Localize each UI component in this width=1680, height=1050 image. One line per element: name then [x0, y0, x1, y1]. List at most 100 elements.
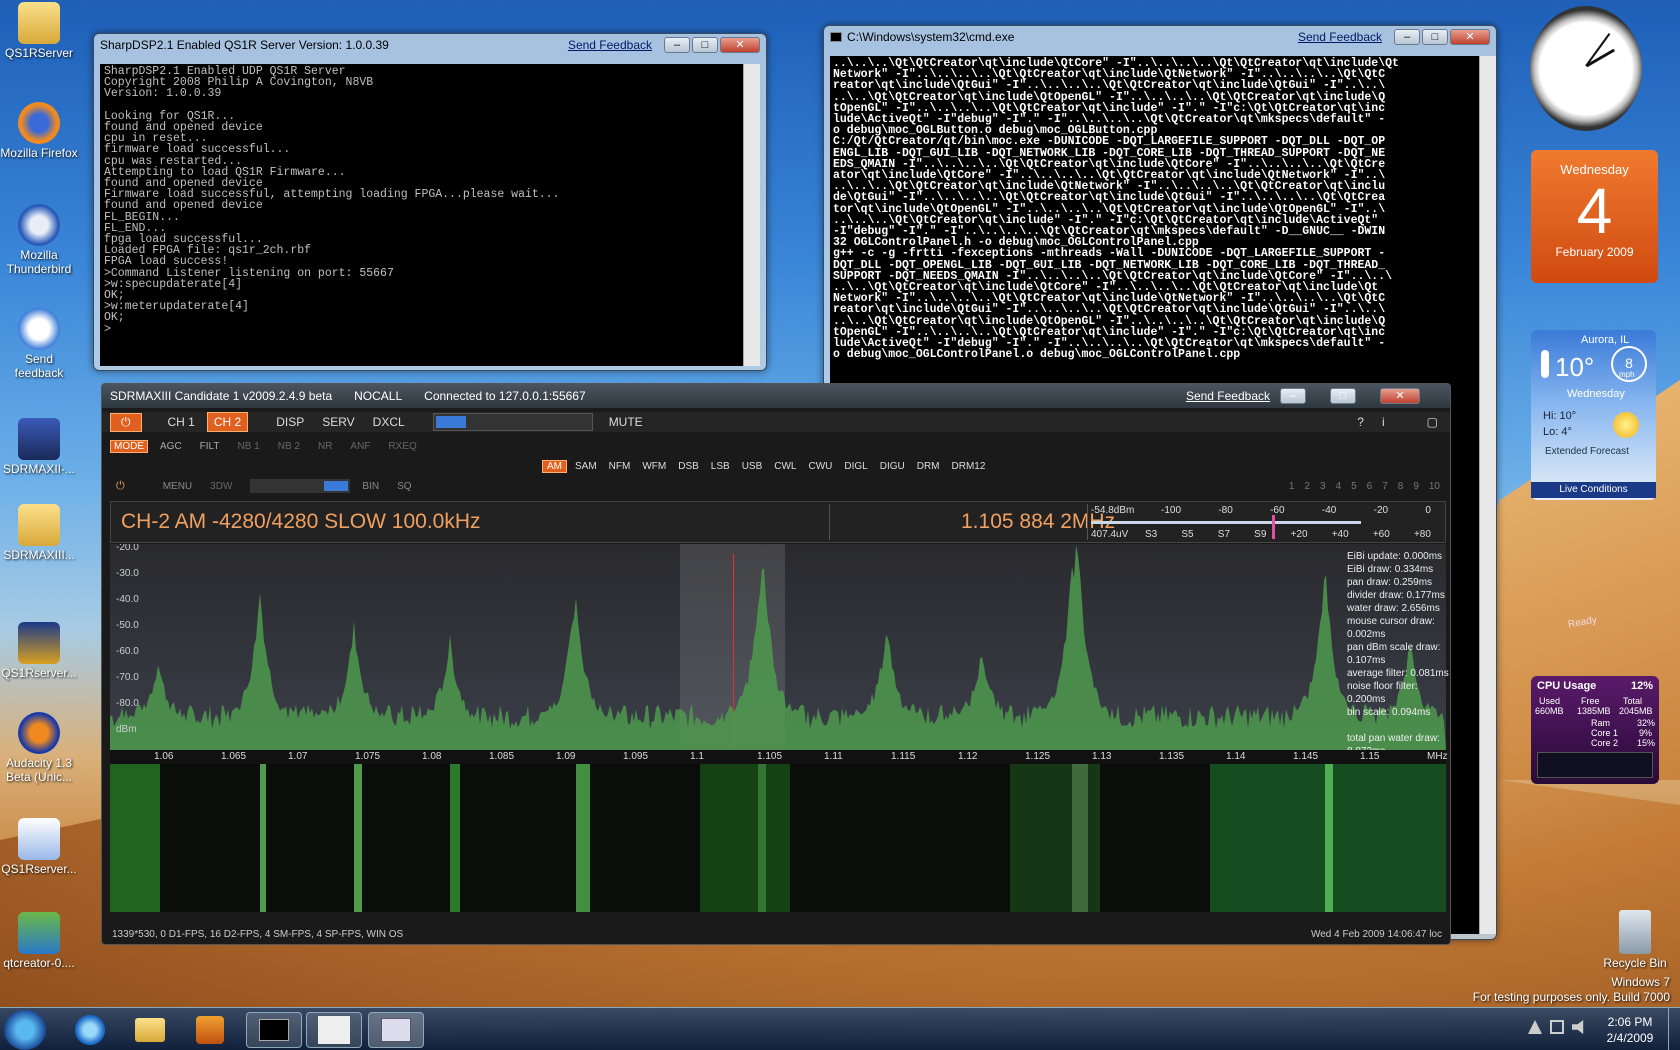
memory-4-button[interactable]: 4: [1336, 481, 1342, 492]
desktop-icon-qs1rserver[interactable]: QS1RServer: [0, 2, 78, 60]
mode-nfm-button[interactable]: NFM: [605, 461, 635, 472]
send-feedback-link[interactable]: Send Feedback: [1298, 30, 1382, 44]
help-button[interactable]: ?: [1351, 413, 1370, 431]
dxcl-button[interactable]: DXCL: [367, 413, 411, 431]
desktop-icon-firefox[interactable]: Mozilla Firefox: [0, 102, 78, 160]
action-center-icon[interactable]: [1528, 1020, 1542, 1034]
server-window[interactable]: SharpDSP2.1 Enabled QS1R Server Version:…: [93, 33, 767, 371]
memory-2-button[interactable]: 2: [1304, 481, 1310, 492]
power-icon[interactable]: ⏻: [110, 478, 131, 495]
minimize-button[interactable]: –: [1280, 388, 1306, 404]
agc-button[interactable]: AGC: [154, 439, 188, 454]
memory-5-button[interactable]: 5: [1351, 481, 1357, 492]
memory-6-button[interactable]: 6: [1367, 481, 1373, 492]
mode-drm12-button[interactable]: DRM12: [948, 461, 990, 472]
maximize-button[interactable]: □: [1330, 388, 1356, 404]
desktop-icon-audacity[interactable]: Audacity 1.3 Beta (Unic...: [0, 712, 78, 784]
network-icon[interactable]: [1550, 1020, 1564, 1034]
recycle-bin[interactable]: Recycle Bin: [1595, 910, 1675, 970]
mode-cwu-button[interactable]: CWU: [805, 461, 837, 472]
mode-digu-button[interactable]: DIGU: [876, 461, 909, 472]
sq-button[interactable]: SQ: [391, 479, 417, 494]
panadapter[interactable]: -20.0 -30.0 -40.0 -50.0 -60.0 -70.0 -80.0 dBm: [110, 544, 1446, 750]
sdrmax-titlebar[interactable]: SDRMAXIII Candidate 1 v2009.2.4.9 beta N…: [102, 384, 1450, 408]
desktop-icon-qs1rserver-exe[interactable]: QS1Rserver...: [0, 622, 78, 680]
rxeq-button[interactable]: RXEQ: [382, 439, 422, 454]
taskbar-quicksilver-button[interactable]: [306, 1012, 362, 1048]
mute-button[interactable]: MUTE: [603, 413, 649, 431]
desktop-icon-mp3[interactable]: QS1Rserver...: [0, 818, 78, 876]
memory-7-button[interactable]: 7: [1382, 481, 1388, 492]
sdrmax-window[interactable]: SDRMAXIII Candidate 1 v2009.2.4.9 beta N…: [101, 383, 1451, 945]
memory-10-button[interactable]: 10: [1429, 481, 1440, 492]
minimize-button[interactable]: –: [1394, 29, 1420, 45]
desktop-icon-send-feedback[interactable]: Send feedback: [0, 308, 78, 380]
nb2-button[interactable]: NB 2: [272, 439, 306, 454]
volume-slider-thumb[interactable]: [435, 416, 466, 428]
menu-button[interactable]: MENU: [157, 479, 198, 494]
3dw-button[interactable]: 3DW: [204, 479, 238, 494]
taskbar-mediaplayer-icon[interactable]: [182, 1012, 238, 1048]
minimize-button[interactable]: –: [664, 37, 690, 53]
bin-button[interactable]: BIN: [356, 479, 385, 494]
maximize-button[interactable]: □: [692, 37, 718, 53]
close-button[interactable]: ✕: [720, 37, 760, 53]
zoom-slider[interactable]: [250, 479, 351, 493]
desktop-icon-thunderbird[interactable]: Mozilla Thunderbird: [0, 204, 78, 276]
cpu-gadget[interactable]: CPU Usage 12% Used Free Total 660MB 1385…: [1531, 676, 1659, 784]
ch1-button[interactable]: CH 1: [162, 413, 201, 431]
system-clock[interactable]: 2:06 PM 2/4/2009: [1600, 1014, 1660, 1046]
waterfall[interactable]: [110, 764, 1446, 912]
restore-icon[interactable]: ▢: [1421, 413, 1444, 431]
memory-3-button[interactable]: 3: [1320, 481, 1326, 492]
anf-button[interactable]: ANF: [344, 439, 376, 454]
maximize-button[interactable]: □: [1422, 29, 1448, 45]
calendar-gadget[interactable]: Wednesday 4 February 2009: [1531, 150, 1658, 283]
memory-9-button[interactable]: 9: [1413, 481, 1419, 492]
nr-button[interactable]: NR: [312, 439, 338, 454]
mode-dsb-button[interactable]: DSB: [674, 461, 703, 472]
show-desktop-button[interactable]: [1668, 1008, 1680, 1050]
desktop-icon-sdrmaxii[interactable]: SDRMAXII-...: [0, 418, 78, 476]
mode-cwl-button[interactable]: CWL: [770, 461, 800, 472]
desktop-icon-sdrmaxiii[interactable]: SDRMAXIII...: [0, 504, 78, 562]
ch2-button[interactable]: CH 2: [206, 412, 249, 432]
live-conditions-tab[interactable]: Live Conditions: [1531, 482, 1656, 498]
serv-button[interactable]: SERV: [316, 413, 360, 431]
clock-gadget[interactable]: [1530, 6, 1642, 131]
taskbar-ie-icon[interactable]: [62, 1012, 118, 1048]
taskbar-sdrmax-button[interactable]: [368, 1012, 424, 1048]
mode-usb-button[interactable]: USB: [738, 461, 767, 472]
close-button[interactable]: ✕: [1450, 29, 1490, 45]
server-scrollbar[interactable]: [743, 64, 760, 366]
start-button[interactable]: [4, 1010, 46, 1050]
weather-gadget[interactable]: Aurora, IL 10° 8 mph Wednesday Hi: 10° L…: [1531, 330, 1656, 500]
cmd-titlebar[interactable]: C:\Windows\system32\cmd.exe Send Feedbac…: [824, 26, 1496, 48]
extended-forecast-link[interactable]: Extended Forecast: [1545, 446, 1629, 457]
mode-drm-button[interactable]: DRM: [913, 461, 944, 472]
volume-slider[interactable]: [432, 413, 593, 431]
memory-1-button[interactable]: 1: [1289, 481, 1295, 492]
info-button[interactable]: i: [1376, 413, 1391, 431]
filt-button[interactable]: FILT: [194, 439, 226, 454]
mode-wfm-button[interactable]: WFM: [638, 461, 670, 472]
taskbar-cmd-button[interactable]: [246, 1012, 302, 1048]
close-button[interactable]: ✕: [1380, 388, 1420, 404]
nb1-button[interactable]: NB 1: [232, 439, 266, 454]
mode-sam-button[interactable]: SAM: [571, 461, 601, 472]
zoom-slider-thumb[interactable]: [324, 481, 349, 491]
mode-am-button[interactable]: AM: [542, 459, 567, 473]
mode-button[interactable]: MODE: [110, 439, 148, 453]
memory-8-button[interactable]: 8: [1398, 481, 1404, 492]
desktop-icon-qtcreator[interactable]: qtcreator-0....: [0, 912, 78, 970]
send-feedback-link[interactable]: Send Feedback: [568, 38, 652, 52]
mode-digl-button[interactable]: DIGL: [840, 461, 871, 472]
mode-lsb-button[interactable]: LSB: [707, 461, 734, 472]
disp-button[interactable]: DISP: [270, 413, 310, 431]
server-titlebar[interactable]: SharpDSP2.1 Enabled QS1R Server Version:…: [94, 34, 766, 56]
send-feedback-link[interactable]: Send Feedback: [1186, 389, 1270, 403]
taskbar-explorer-icon[interactable]: [122, 1012, 178, 1048]
cmd-scrollbar[interactable]: [1479, 56, 1496, 934]
power-button[interactable]: ⏻: [110, 412, 142, 432]
volume-icon[interactable]: [1572, 1020, 1584, 1034]
